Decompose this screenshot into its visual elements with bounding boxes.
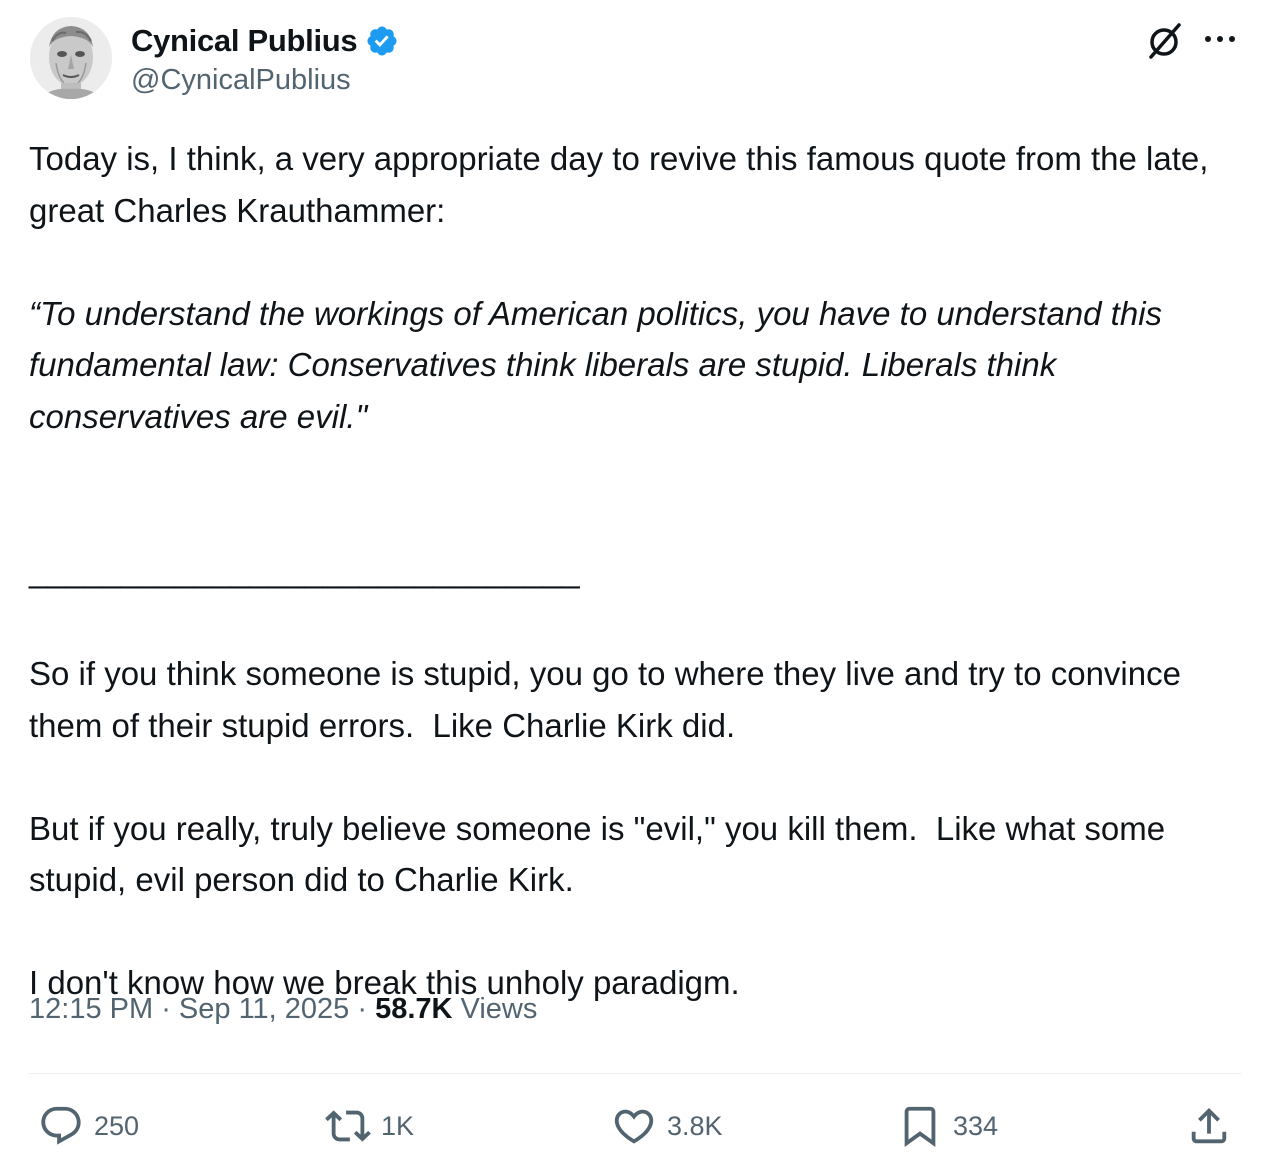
author-handle[interactable]: @CynicalPublius (131, 64, 351, 97)
tweet-metadata: 12:15 PM · Sep 11, 2025 · 58.7K Views (29, 993, 537, 1026)
tweet-paragraph: But if you really, truly believe someone… (29, 809, 1175, 899)
display-name[interactable]: Cynical Publius (131, 23, 358, 59)
tweet-paragraph: So if you think someone is stupid, you g… (29, 655, 1191, 744)
author-name-row[interactable]: Cynical Publius (131, 20, 399, 62)
repost-button[interactable]: 1K (325, 1100, 414, 1152)
reply-button[interactable]: 250 (38, 1100, 139, 1152)
reply-count: 250 (94, 1110, 140, 1141)
avatar[interactable] (30, 17, 112, 99)
like-count: 3.8K (667, 1110, 723, 1141)
tweet-quote: “To understand the workings of American … (29, 294, 1172, 435)
share-icon (1191, 1107, 1227, 1144)
views-count[interactable]: 58.7K (375, 993, 452, 1025)
like-button[interactable]: 3.8K (611, 1100, 723, 1152)
reply-icon (41, 1106, 81, 1145)
tweet-paragraph: Today is, I think, a very appropriate da… (29, 140, 1218, 229)
share-button[interactable] (1186, 1100, 1232, 1152)
tweet-separator: ______________________________ (29, 552, 580, 589)
separator-dot: · (349, 993, 376, 1025)
divider (28, 1073, 1242, 1074)
repost-count: 1K (381, 1110, 415, 1141)
repost-icon (325, 1110, 371, 1142)
bookmark-icon (904, 1106, 936, 1147)
views-label[interactable]: Views (452, 993, 538, 1025)
bookmark-button[interactable]: 334 (897, 1100, 998, 1152)
avatar-bust-image (30, 17, 112, 99)
tweet-date[interactable]: Sep 11, 2025 (179, 993, 349, 1025)
heart-icon (614, 1109, 654, 1144)
tweet-time[interactable]: 12:15 PM (29, 993, 153, 1025)
verified-badge-icon[interactable] (365, 24, 399, 58)
separator-dot: · (153, 993, 179, 1025)
bookmark-count: 334 (953, 1110, 999, 1141)
more-options-icon[interactable] (1200, 26, 1240, 56)
tweet-text: Today is, I think, a very appropriate da… (29, 133, 1229, 1009)
grok-icon[interactable] (1145, 21, 1185, 61)
